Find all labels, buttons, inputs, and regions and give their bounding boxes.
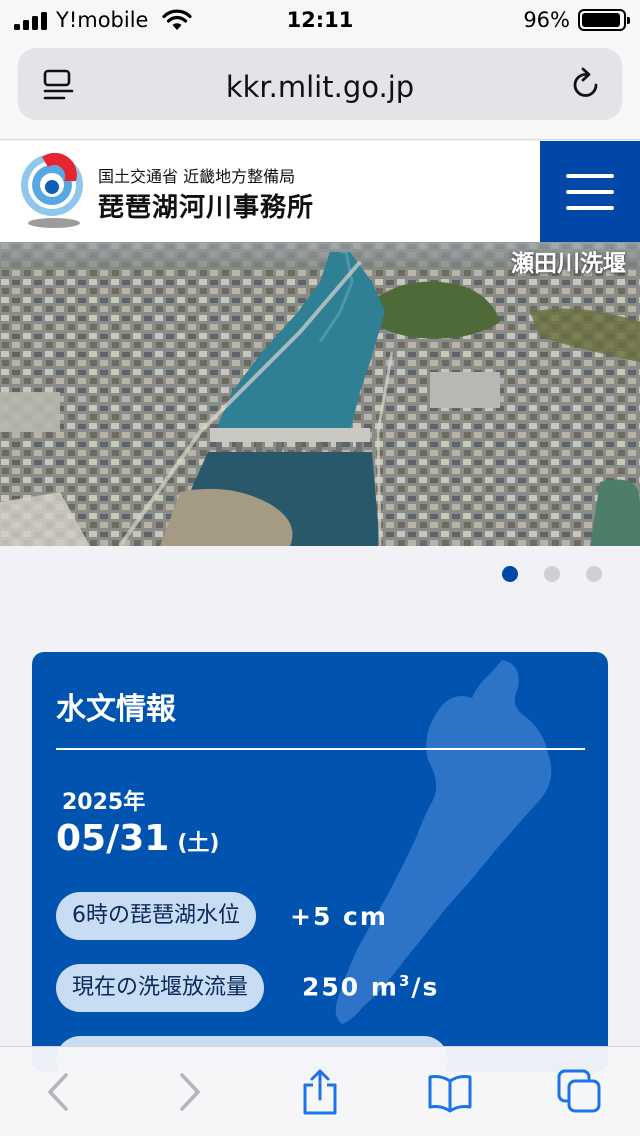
reload-icon[interactable] bbox=[568, 66, 604, 102]
tabs-icon[interactable] bbox=[557, 1069, 603, 1115]
card-divider bbox=[56, 748, 585, 750]
hydro-year: 2025年 bbox=[62, 790, 146, 815]
weekday: (土) bbox=[177, 831, 220, 856]
status-bar: Y!mobile 12:11 96% bbox=[0, 0, 640, 40]
date-value: 05/31 bbox=[56, 818, 170, 859]
discharge-unit: /s bbox=[411, 972, 440, 1002]
lake-level-label: 6時の琵琶湖水位 bbox=[56, 892, 256, 940]
address-bar[interactable]: kkr.mlit.go.jp bbox=[18, 48, 622, 120]
mlit-logo[interactable] bbox=[18, 151, 88, 231]
ministry-name: 国土交通省 近畿地方整備局 bbox=[98, 167, 296, 186]
carousel-dot-2[interactable] bbox=[544, 566, 560, 582]
discharge-exponent: 3 bbox=[398, 972, 412, 990]
battery-icon bbox=[578, 9, 630, 31]
office-name[interactable]: 琵琶湖河川事務所 bbox=[98, 187, 314, 224]
share-icon[interactable] bbox=[297, 1069, 343, 1115]
hero-carousel[interactable]: 瀬田川洗堰 bbox=[0, 242, 640, 546]
url-text[interactable]: kkr.mlit.go.jp bbox=[18, 70, 622, 104]
hamburger-menu-button[interactable] bbox=[540, 141, 640, 242]
carousel-dot-3[interactable] bbox=[586, 566, 602, 582]
hero-photo bbox=[0, 242, 640, 546]
discharge-number: 250 m bbox=[302, 972, 399, 1002]
hydro-date: 05/31 (土) bbox=[56, 818, 219, 859]
browser-address-area: kkr.mlit.go.jp bbox=[0, 40, 640, 140]
discharge-value: 250 m3/s bbox=[302, 972, 439, 1001]
hero-caption: 瀬田川洗堰 bbox=[511, 251, 626, 277]
discharge-label: 現在の洗堰放流量 bbox=[56, 964, 265, 1012]
hydrological-info-card[interactable]: 水文情報 2025年 05/31 (土) 6時の琵琶湖水位 +5 cm 現在の洗堰… bbox=[32, 652, 608, 1072]
bookmarks-icon[interactable] bbox=[427, 1069, 473, 1115]
hydro-card-title: 水文情報 bbox=[56, 692, 176, 727]
back-icon[interactable] bbox=[36, 1069, 82, 1115]
lake-level-value: +5 cm bbox=[290, 902, 388, 931]
carousel-pagination bbox=[0, 566, 640, 582]
browser-toolbar bbox=[0, 1046, 640, 1136]
carousel-dot-1[interactable] bbox=[502, 566, 518, 582]
battery-percentage: 96% bbox=[523, 8, 570, 32]
site-header: 国土交通省 近畿地方整備局 琵琶湖河川事務所 bbox=[0, 141, 640, 242]
forward-icon[interactable] bbox=[166, 1069, 212, 1115]
